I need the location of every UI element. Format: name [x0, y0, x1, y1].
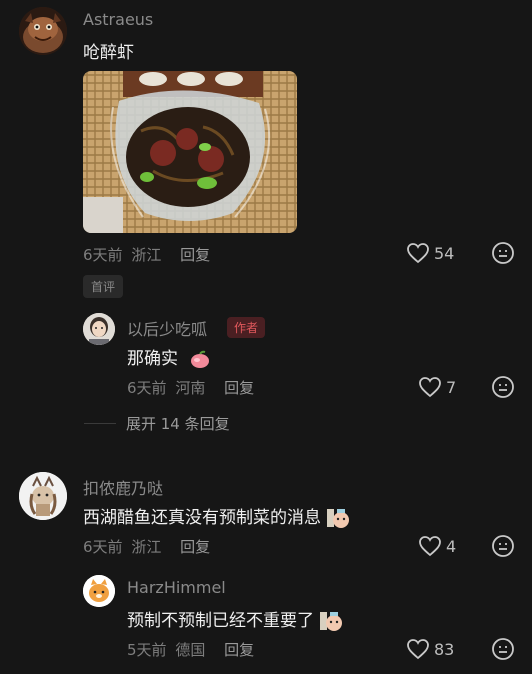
- comment-location: 浙江: [131, 538, 162, 556]
- heart-outline-icon: [407, 639, 429, 660]
- avatar[interactable]: [19, 472, 67, 520]
- reply-username[interactable]: HarzHimmel: [127, 578, 226, 597]
- like-count: 54: [434, 243, 455, 263]
- like-button[interactable]: 7: [418, 376, 456, 398]
- reply-text: 预制不预制已经不重要了: [127, 606, 343, 633]
- avatar[interactable]: [83, 575, 115, 607]
- comment-text: 呛醉虾: [83, 43, 134, 63]
- peach-emoji-icon: [191, 350, 210, 368]
- reply-text-content: 预制不预制已经不重要了: [127, 611, 314, 631]
- comment-location: 浙江: [131, 246, 162, 264]
- meh-face-icon[interactable]: [491, 241, 515, 265]
- like-count: 4: [446, 536, 457, 556]
- reply-location: 德国: [175, 641, 206, 659]
- reply-button[interactable]: 回复: [224, 641, 254, 659]
- comment-text-content: 西湖醋鱼还真没有预制菜的消息: [83, 508, 321, 528]
- like-button[interactable]: 4: [418, 535, 456, 557]
- comment-time: 6天前: [83, 246, 123, 264]
- like-button[interactable]: 54: [406, 242, 454, 264]
- heart-outline-icon: [419, 377, 441, 398]
- like-count: 83: [434, 639, 455, 659]
- reply-time: 6天前: [127, 379, 167, 397]
- reply-time: 5天前: [127, 641, 167, 659]
- like-count: 7: [446, 377, 457, 397]
- reply-button[interactable]: 回复: [180, 246, 210, 264]
- comment-meta: 6天前 浙江 回复: [83, 244, 210, 265]
- first-comment-badge: 首评: [83, 275, 124, 298]
- comment-username[interactable]: Astraeus: [83, 10, 153, 29]
- comment-time: 6天前: [83, 538, 123, 556]
- avatar[interactable]: [19, 7, 67, 55]
- comment-meta: 6天前 浙江 回复: [83, 536, 210, 557]
- comment-username[interactable]: 扣侬鹿乃哒: [83, 475, 163, 499]
- reply-meta: 5天前 德国 回复: [127, 639, 254, 660]
- sticker-emoji-icon: [327, 509, 350, 528]
- comment-image[interactable]: [83, 71, 297, 233]
- author-tag: 作者: [227, 317, 266, 338]
- avatar[interactable]: [83, 313, 115, 345]
- meh-face-icon[interactable]: [491, 375, 515, 399]
- meh-face-icon[interactable]: [491, 534, 515, 558]
- reply-username[interactable]: 以后少吃呱: [127, 316, 207, 340]
- reply-text-content: 那确实: [127, 349, 178, 369]
- sticker-emoji-icon: [320, 612, 343, 631]
- reply-meta: 6天前 河南 回复: [127, 377, 254, 398]
- heart-outline-icon: [419, 536, 441, 557]
- comment-text: 西湖醋鱼还真没有预制菜的消息: [83, 503, 350, 530]
- expand-replies-button[interactable]: 展开 14 条回复: [84, 413, 230, 434]
- reply-button[interactable]: 回复: [180, 538, 210, 556]
- divider: [84, 423, 116, 424]
- heart-outline-icon: [407, 243, 429, 264]
- meh-face-icon[interactable]: [491, 637, 515, 661]
- like-button[interactable]: 83: [406, 638, 454, 660]
- expand-replies-label: 展开 14 条回复: [126, 415, 230, 433]
- reply-text: 那确实: [127, 344, 211, 369]
- reply-location: 河南: [175, 379, 206, 397]
- reply-button[interactable]: 回复: [224, 379, 254, 397]
